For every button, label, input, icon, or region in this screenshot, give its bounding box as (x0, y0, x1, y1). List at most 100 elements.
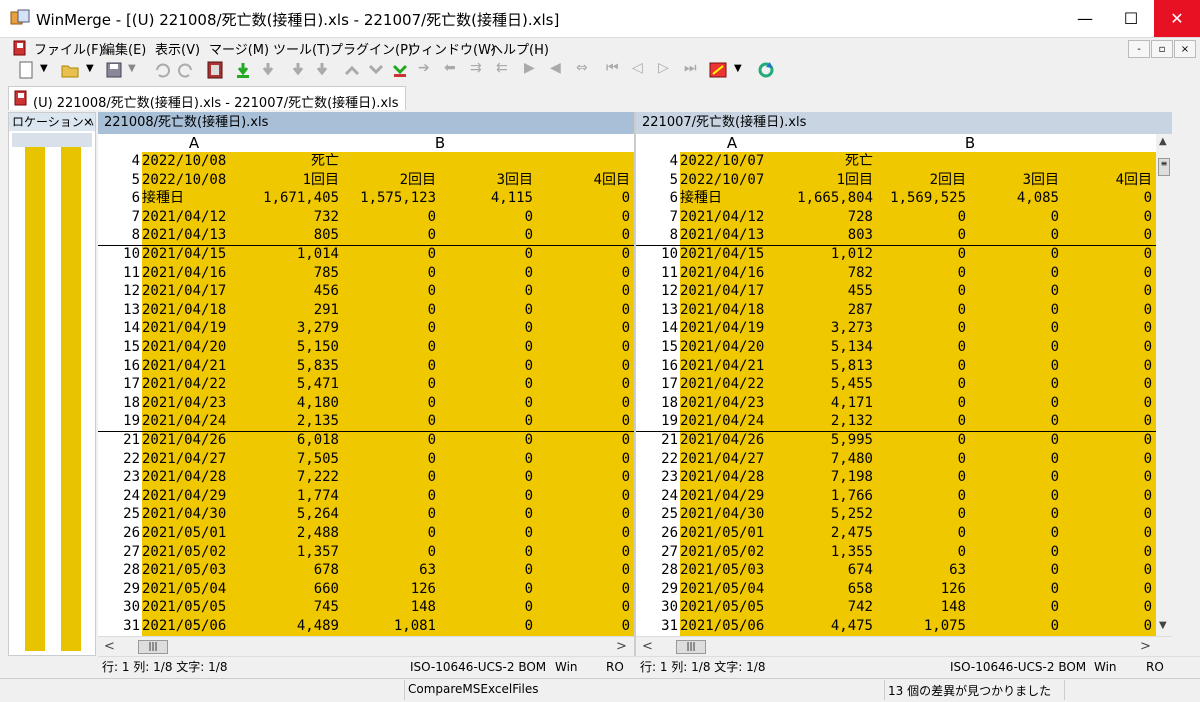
row-number[interactable]: 28 (98, 561, 140, 580)
save-icon[interactable] (104, 60, 124, 80)
scroll-right-icon[interactable]: > (1140, 639, 1151, 654)
cell-a[interactable]: 2021/04/13 (680, 226, 784, 245)
cell-a[interactable]: 2021/05/03 (142, 561, 246, 580)
cell-b1[interactable]: 5,134 (784, 338, 877, 357)
cell-b2[interactable]: 148 (343, 598, 440, 617)
cell-b3[interactable]: 0 (970, 412, 1063, 431)
cell-b3[interactable]: 0 (440, 579, 537, 599)
all-right-icon[interactable]: ⇉ (470, 60, 482, 76)
cell-a[interactable]: 2021/04/30 (680, 505, 784, 524)
cell-b1[interactable]: 1,766 (784, 486, 877, 506)
cell-b3[interactable]: 0 (440, 356, 537, 376)
cell-b1[interactable]: 4,475 (784, 617, 877, 636)
row-number[interactable]: 4 (98, 152, 140, 171)
row-number[interactable]: 23 (636, 468, 678, 487)
cell-b4[interactable]: 4回目 (537, 170, 634, 190)
cell-a[interactable]: 2021/04/29 (142, 486, 246, 506)
cell-b4[interactable]: 0 (1063, 207, 1156, 227)
cell-b3[interactable]: 0 (440, 598, 537, 617)
nav-last-icon[interactable]: ⏭ (684, 60, 697, 76)
dropdown-arrow-icon[interactable]: ▼ (734, 63, 742, 74)
cell-b2[interactable]: 1,081 (343, 617, 440, 636)
cell-b4[interactable]: 0 (1063, 282, 1156, 301)
cell-b1[interactable]: 3,273 (784, 319, 877, 338)
cell-b1[interactable]: 5,835 (246, 356, 343, 376)
mdi-restore-button[interactable]: ▫ (1151, 40, 1173, 58)
cell-b4[interactable]: 0 (537, 245, 634, 264)
cell-b3[interactable]: 0 (970, 356, 1063, 376)
cell-b4[interactable]: 0 (1063, 579, 1156, 599)
row-number[interactable]: 13 (98, 301, 140, 320)
cell-a[interactable]: 接種日 (142, 189, 246, 208)
cell-a[interactable]: 2022/10/07 (680, 170, 784, 190)
cell-b3[interactable]: 0 (970, 338, 1063, 357)
row-number[interactable]: 25 (98, 505, 140, 524)
row-number[interactable]: 31 (98, 617, 140, 636)
cell-b1[interactable]: 7,198 (784, 468, 877, 487)
cell-b1[interactable]: 674 (784, 561, 877, 580)
cell-b1[interactable]: 5,813 (784, 356, 877, 376)
cell-b3[interactable]: 0 (440, 338, 537, 357)
right-grid[interactable]: 4 2022/10/07 死亡 5 2022/10/07 1回目 2回目 3回目 4回目 6 接種日… (636, 152, 1156, 636)
cell-a[interactable]: 2021/04/13 (142, 226, 246, 245)
cell-b3[interactable]: 0 (970, 542, 1063, 562)
cell-a[interactable]: 2021/04/21 (680, 356, 784, 376)
options-icon[interactable] (708, 60, 728, 80)
copy-right-icon[interactable] (233, 60, 253, 80)
cell-a[interactable]: 2021/05/01 (142, 524, 246, 543)
cell-b4[interactable]: 0 (537, 226, 634, 245)
cell-b2[interactable]: 0 (877, 245, 970, 264)
cell-b1[interactable]: 4,489 (246, 617, 343, 636)
row-number[interactable]: 4 (636, 152, 678, 171)
cell-b1[interactable]: 3,279 (246, 319, 343, 338)
cell-b1[interactable]: 803 (784, 226, 877, 245)
right-status-encoding[interactable]: ISO-10646-UCS-2 BOM (950, 658, 1092, 676)
cell-b3[interactable]: 0 (970, 579, 1063, 599)
cell-b1[interactable]: 1,012 (784, 245, 877, 264)
cell-b2[interactable]: 0 (343, 300, 440, 320)
cell-b2[interactable]: 0 (343, 282, 440, 301)
arrow-right-icon[interactable]: ➔ (418, 60, 430, 76)
prev-diff-icon[interactable] (312, 60, 332, 80)
cell-a[interactable]: 2021/04/17 (142, 282, 246, 301)
row-number[interactable]: 10 (636, 245, 678, 264)
cell-b4[interactable]: 0 (537, 598, 634, 617)
cell-b3[interactable]: 0 (970, 207, 1063, 227)
cell-a[interactable]: 2021/04/29 (680, 486, 784, 506)
cell-b2[interactable]: 0 (343, 338, 440, 357)
scroll-thumb[interactable]: ≡ (1158, 158, 1170, 176)
cell-b1[interactable]: 785 (246, 263, 343, 283)
cell-b4[interactable]: 0 (1063, 561, 1156, 580)
cell-b1[interactable]: 7,505 (246, 449, 343, 469)
cell-a[interactable]: 2021/05/04 (142, 579, 246, 599)
cell-b2[interactable]: 0 (877, 431, 970, 450)
cell-b2[interactable]: 126 (877, 579, 970, 599)
cell-b4[interactable]: 0 (1063, 263, 1156, 283)
cell-b3[interactable]: 0 (970, 393, 1063, 413)
cell-b3[interactable]: 0 (440, 561, 537, 580)
cell-b2[interactable] (877, 152, 970, 171)
cell-a[interactable]: 2021/05/05 (680, 598, 784, 617)
cell-b3[interactable]: 0 (970, 617, 1063, 636)
cell-b4[interactable]: 0 (537, 207, 634, 227)
left-status-eol[interactable]: Win (555, 658, 578, 676)
minimize-button[interactable]: — (1062, 0, 1108, 37)
cell-b1[interactable]: 7,480 (784, 449, 877, 469)
cell-b1[interactable]: 6,018 (246, 431, 343, 450)
cell-a[interactable]: 2021/05/01 (680, 524, 784, 543)
row-number[interactable]: 30 (98, 598, 140, 617)
document-tab[interactable]: (U) 221008/死亡数(接種日).xls - 221007/死亡数(接種日… (8, 86, 406, 111)
cell-b3[interactable]: 4,085 (970, 189, 1063, 208)
row-number[interactable]: 11 (636, 264, 678, 283)
cell-b4[interactable]: 0 (537, 282, 634, 301)
menu-edit[interactable]: 編集(E) (102, 39, 146, 58)
right-vscrollbar[interactable]: ▲ ≡ ▼ (1156, 134, 1172, 658)
cell-b2[interactable]: 126 (343, 579, 440, 599)
redo-icon[interactable] (176, 60, 196, 80)
mdi-minimize-button[interactable]: - (1128, 40, 1150, 58)
cell-b4[interactable]: 0 (537, 393, 634, 413)
left-hscrollbar[interactable]: < ||| > (98, 636, 634, 656)
cell-b2[interactable]: 0 (343, 412, 440, 431)
cell-b2[interactable]: 0 (343, 356, 440, 376)
cell-b1[interactable]: 死亡 (246, 152, 343, 171)
